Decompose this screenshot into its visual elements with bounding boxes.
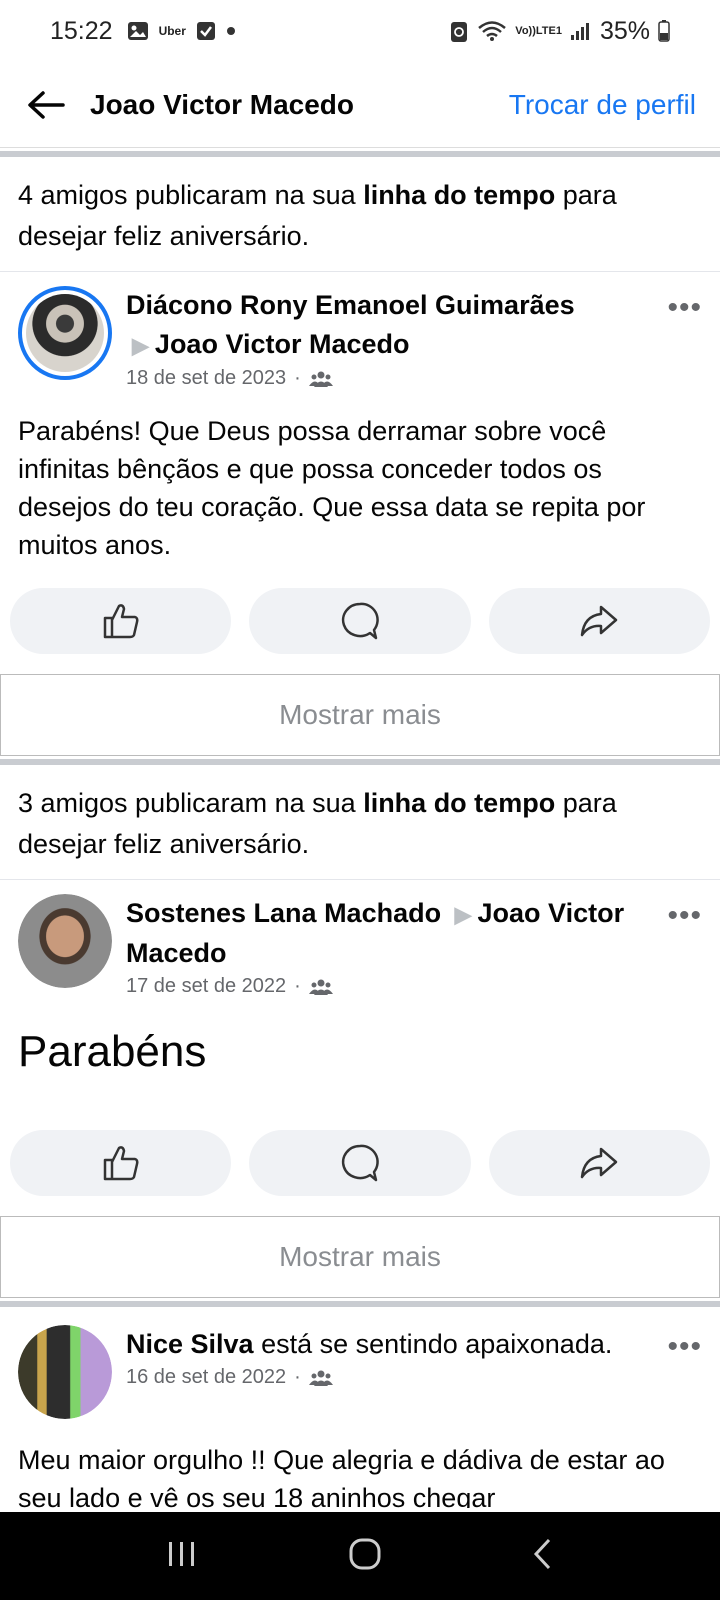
page-title: Joao Victor Macedo [90, 88, 355, 120]
signal-icon [570, 21, 592, 41]
home-icon [349, 1538, 381, 1569]
section-divider [0, 148, 720, 157]
author-name[interactable]: Diácono Rony Emanoel Guimarães [126, 290, 575, 320]
post-author-line[interactable]: Diácono Rony Emanoel Guimarães ▶ Joao Vic… [126, 286, 652, 365]
post-text: Parabéns [18, 1027, 207, 1076]
chevron-left-icon [534, 1538, 551, 1569]
arrow-left-icon [28, 90, 65, 119]
thumbs-up-icon [103, 604, 139, 639]
more-options-icon[interactable]: ••• [667, 901, 702, 931]
section-divider [0, 1298, 720, 1307]
post-date[interactable]: 16 de set de 2022 [126, 1366, 286, 1389]
share-button[interactable] [488, 588, 710, 654]
system-nav-bar [0, 1512, 720, 1600]
data-saver-icon [449, 19, 469, 43]
gallery-icon [127, 21, 149, 41]
share-icon [581, 605, 618, 637]
wifi-icon [477, 20, 507, 42]
friends-audience-icon [308, 1370, 333, 1386]
system-back-button[interactable] [531, 1537, 555, 1576]
recent-apps-button[interactable] [165, 1539, 199, 1574]
share-icon [581, 1147, 618, 1179]
dot-icon [226, 26, 236, 36]
lte-indicator: Vo)) LTE1 [515, 25, 562, 37]
like-button[interactable] [10, 1130, 232, 1196]
more-options-icon[interactable]: ••• [667, 293, 702, 323]
show-more-button[interactable]: Mostrar mais [0, 674, 720, 756]
avatar[interactable] [18, 894, 112, 988]
more-options-icon[interactable]: ••• [667, 1332, 702, 1362]
recent-apps-icon [168, 1541, 194, 1566]
post-date[interactable]: 17 de set de 2022 [126, 975, 286, 998]
app-header: Joao Victor Macedo Trocar de perfil [0, 62, 720, 148]
status-bar: 15:22 Uber Vo)) LTE1 35% [0, 0, 720, 62]
avatar[interactable] [18, 286, 112, 380]
post-text: Meu maior orgulho !! Que alegria e dádiv… [18, 1445, 665, 1508]
post-author-line[interactable]: Nice Silva está se sentindo apaixonada. [126, 1325, 652, 1364]
friends-audience-icon [308, 979, 333, 995]
section-divider [0, 756, 720, 765]
post: Nice Silva está se sentindo apaixonada. … [0, 1307, 720, 1508]
target-name[interactable]: Joao Victor Macedo [155, 329, 410, 359]
author-name[interactable]: Sostenes Lana Machado [126, 898, 441, 928]
avatar[interactable] [18, 1325, 112, 1419]
show-more-button[interactable]: Mostrar mais [0, 1216, 720, 1298]
post-date[interactable]: 18 de set de 2023 [126, 367, 286, 390]
feed: 4 amigos publicaram na sua linha do temp… [0, 148, 720, 1508]
post-author-line[interactable]: Sostenes Lana Machado ▶ Joao Victor Maced… [126, 894, 652, 973]
friends-audience-icon [308, 371, 333, 387]
post-text: Parabéns! Que Deus possa derramar sobre … [18, 416, 646, 560]
switch-profile-link[interactable]: Trocar de perfil [509, 89, 696, 121]
battery-icon [658, 20, 670, 42]
comment-button[interactable] [249, 1130, 471, 1196]
back-button[interactable] [24, 83, 68, 127]
comment-button[interactable] [249, 588, 471, 654]
feeling-text: está se sentindo apaixonada. [261, 1329, 613, 1359]
home-button[interactable] [348, 1537, 382, 1576]
like-button[interactable] [10, 588, 232, 654]
author-name[interactable]: Nice Silva [126, 1329, 254, 1359]
uber-icon: Uber [158, 24, 186, 38]
arrow-right-icon: ▶ [454, 902, 472, 927]
battery-percent: 35% [599, 16, 650, 45]
section-intro: 3 amigos publicaram na sua linha do temp… [0, 765, 720, 880]
arrow-right-icon: ▶ [132, 333, 149, 358]
post: Sostenes Lana Machado ▶ Joao Victor Maced… [0, 880, 720, 1206]
comment-icon [341, 602, 379, 640]
thumbs-up-icon [103, 1146, 139, 1181]
comment-icon [341, 1144, 379, 1182]
status-time: 15:22 [50, 16, 113, 45]
checkbox-notification-icon [196, 21, 216, 41]
share-button[interactable] [488, 1130, 710, 1196]
section-intro: 4 amigos publicaram na sua linha do temp… [0, 157, 720, 272]
post: Diácono Rony Emanoel Guimarães ▶ Joao Vic… [0, 272, 720, 664]
